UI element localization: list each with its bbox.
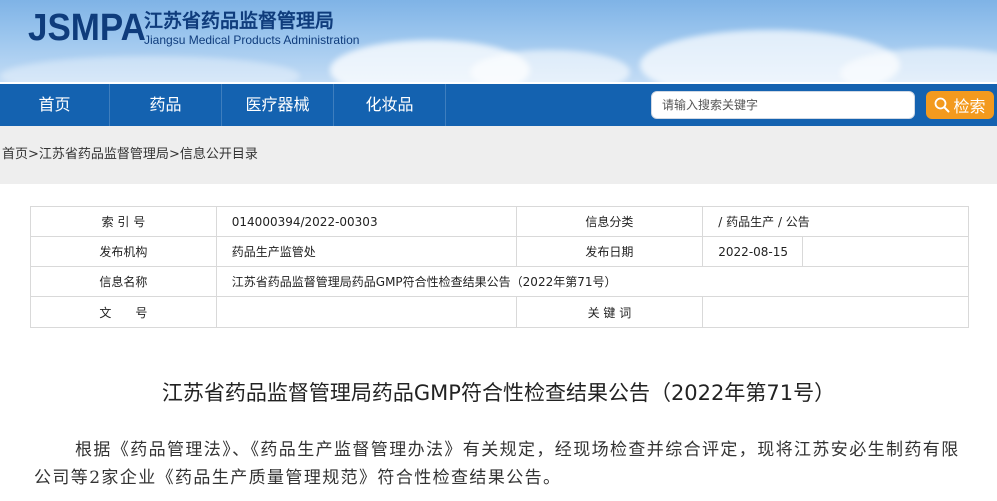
nav-item-drugs[interactable]: 药品 [110,84,222,126]
publisher-value: 药品生产监管处 [215,236,517,267]
keywords-value [702,296,969,328]
table-row: 发布机构 药品生产监管处 发布日期 2022-08-15 [30,236,969,267]
site-banner: JSMPA 江苏省药品监督管理局 Jiangsu Medical Product… [0,0,997,82]
search-button-label: 检索 [953,97,986,116]
breadcrumb-separator: > [28,147,39,162]
org-name-en: Jiangsu Medical Products Administration [144,33,360,47]
info-metadata-table: 索 引 号 014000394/2022-00303 信息分类 / 药品生产 /… [30,206,970,328]
name-label: 信息名称 [30,266,217,297]
date-value: 2022-08-15 [702,236,804,267]
empty-cell [802,236,969,267]
nav-item-cosmetics[interactable]: 化妆品 [334,84,446,126]
name-value: 江苏省药品监督管理局药品GMP符合性检查结果公告（2022年第71号） [215,266,970,297]
breadcrumb-separator: > [168,147,180,162]
breadcrumb-bureau[interactable]: 江苏省药品监督管理局 [39,147,169,162]
nav-item-medical-devices[interactable]: 医疗器械 [222,84,334,126]
logo-mark: JSMPA [28,7,146,49]
search-box [651,91,915,119]
site-logo[interactable]: JSMPA 江苏省药品监督管理局 Jiangsu Medical Product… [28,6,359,50]
publisher-label: 发布机构 [30,236,217,267]
docno-label: 文 号 [30,296,217,328]
index-value: 014000394/2022-00303 [215,206,517,237]
main-nav: 首页 药品 医疗器械 化妆品 检索 [0,84,997,126]
nav-item-home[interactable]: 首页 [0,84,110,126]
logo-text: 江苏省药品监督管理局 Jiangsu Medical Products Admi… [144,9,359,47]
table-row: 索 引 号 014000394/2022-00303 信息分类 / 药品生产 /… [30,206,969,237]
index-label: 索 引 号 [30,206,217,237]
banner-cloud [0,56,300,82]
search-button[interactable]: 检索 [926,91,994,119]
article-title: 江苏省药品监督管理局药品GMP符合性检查结果公告（2022年第71号） [161,381,836,405]
article-body: 根据《药品管理法》、《药品生产监督管理办法》有关规定，经现场检查并综合评定，现将… [34,440,960,488]
search-icon [935,97,950,113]
org-name-cn: 江苏省药品监督管理局 [144,10,335,32]
docno-value [215,296,517,328]
category-value: / 药品生产 / 公告 [702,206,969,237]
table-row: 文 号 关 键 词 [30,296,969,328]
breadcrumb: 首页>江苏省药品监督管理局>信息公开目录 [0,126,997,184]
date-label: 发布日期 [515,236,704,267]
keywords-label: 关 键 词 [515,296,704,328]
breadcrumb-home[interactable]: 首页 [2,147,28,162]
table-row: 信息名称 江苏省药品监督管理局药品GMP符合性检查结果公告（2022年第71号） [30,266,970,297]
category-label: 信息分类 [515,206,704,237]
search-input[interactable] [652,92,914,118]
breadcrumb-catalog[interactable]: 信息公开目录 [180,147,258,162]
